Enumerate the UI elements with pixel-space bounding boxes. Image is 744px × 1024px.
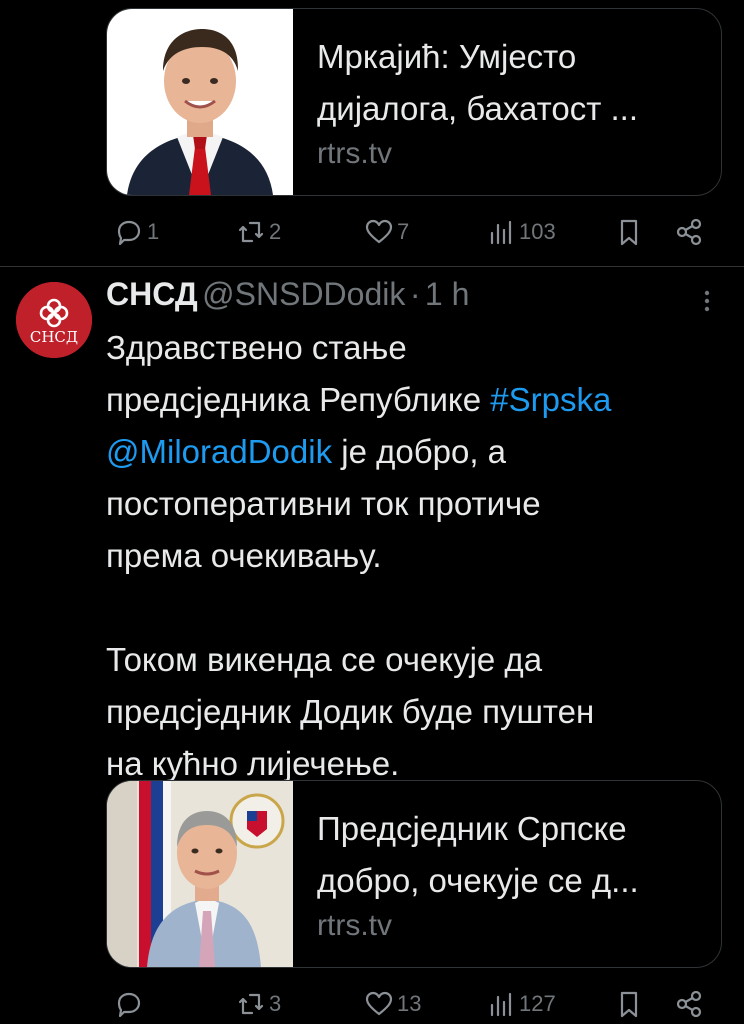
share-icon [676,990,702,1018]
heart-icon [365,991,393,1016]
reply-icon [117,992,141,1018]
more-vertical-icon [704,290,710,312]
tweet-line: Здравствено стање [106,329,407,366]
link-card-thumbnail [107,9,293,195]
views-icon [490,992,512,1017]
heart-icon [365,219,393,244]
share-button[interactable] [674,212,704,252]
bookmark-button[interactable] [614,212,644,252]
reply-button[interactable]: 1 [114,212,159,252]
link-card-top[interactable]: Мркајић: Умјесто дијалога, бахатост ... … [106,8,722,196]
tweet-line: према очекивању. [106,537,382,574]
reply-count: 1 [147,219,160,244]
link-card-bottom[interactable]: Предсједник Српске добро, очекује се д..… [106,780,722,968]
tweet-divider [0,266,744,267]
bookmark-button[interactable] [614,984,644,1024]
avatar-label: СНСД [30,328,78,346]
tweet-line: Током викенда се очекује да [106,641,543,678]
share-button[interactable] [674,984,704,1024]
tweet-actions-bottom: 3 13 127 [106,984,720,1024]
link-card-domain: rtrs.tv [317,909,392,942]
tweet-actions-top: 1 2 7 103 [106,212,720,252]
tweet-header: СНСД @SNSDDodik · 1 h [106,276,469,313]
bookmark-icon [620,219,638,246]
header-separator: · [409,276,421,312]
link-card-thumbnail [107,781,293,967]
like-count: 7 [397,219,410,244]
tweet-line: постоперативни ток протиче [106,485,541,522]
bookmark-icon [620,991,638,1018]
tweet-line: предсједник Додик буде пуштен [106,693,595,730]
user-handle[interactable]: @SNSDDodik [202,276,405,312]
views-button[interactable]: 127 [486,984,556,1024]
views-count: 103 [519,219,556,244]
reply-button[interactable] [114,984,147,1024]
share-icon [676,218,702,246]
avatar[interactable]: СНСД [16,282,92,358]
more-options-button[interactable] [692,286,722,316]
like-count: 13 [397,991,422,1016]
mention-link[interactable]: @MiloradDodik [106,433,332,470]
like-button[interactable]: 7 [364,212,409,252]
like-button[interactable]: 13 [364,984,421,1024]
tweet-line: предсједника Републике #Srpska [106,381,612,418]
link-card-title: Предсједник Српске добро, очекује се д..… [317,810,639,899]
views-count: 127 [519,991,556,1016]
repost-button[interactable]: 3 [236,984,281,1024]
repost-icon [238,993,264,1015]
repost-button[interactable]: 2 [236,212,281,252]
party-logo: СНСД [16,282,92,358]
tweet-line: @MiloradDodik је добро, а [106,433,507,470]
link-card-title: Мркајић: Умјесто дијалога, бахатост ... [317,38,638,127]
link-card-domain: rtrs.tv [317,137,392,170]
display-name[interactable]: СНСД [106,276,198,312]
reply-icon [117,220,141,246]
views-button[interactable]: 103 [486,212,556,252]
tweet-time[interactable]: 1 h [425,276,469,312]
tweet-text: Здравствено стање предсједника Републике … [106,322,726,790]
repost-icon [238,221,264,243]
repost-count: 2 [269,219,282,244]
hashtag-link[interactable]: #Srpska [490,381,611,418]
views-icon [490,220,512,245]
repost-count: 3 [269,991,282,1016]
